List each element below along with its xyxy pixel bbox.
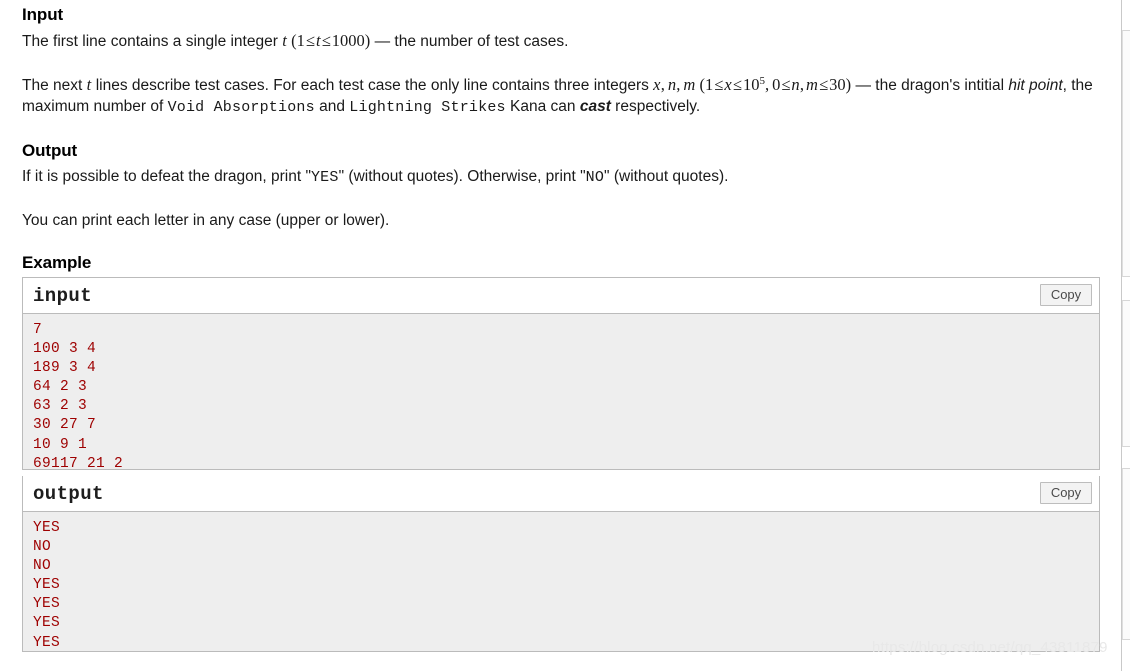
- sample-output-data: YES NO NO YES YES YES YES: [23, 512, 1099, 651]
- input-p2-s3: the dragon's intitial: [875, 77, 1009, 94]
- sample-input-label: input: [33, 285, 93, 307]
- code-no: NO: [585, 169, 605, 186]
- input-p2-s2: lines describe test cases. For each test…: [91, 77, 654, 94]
- emphasis-hit-point: hit point: [1008, 77, 1063, 94]
- sample-line: NO: [33, 539, 52, 556]
- sample-line: 64 2 3: [33, 379, 88, 396]
- problem-statement-page: Input The first line contains a single i…: [0, 0, 1130, 671]
- input-paragraph-2: The next t lines describe test cases. Fo…: [22, 74, 1100, 118]
- math-const-1: 1: [296, 31, 305, 50]
- math-var-m-2: m: [805, 75, 819, 94]
- math-const-30: 30: [829, 75, 846, 94]
- sample-input-data: 7 100 3 4 189 3 4 64 2 3 63 2 3 30 27 7 10 9 1…: [23, 314, 1099, 472]
- math-leq-6: ≤: [819, 75, 829, 94]
- math-var-n: n: [667, 75, 677, 94]
- sample-input-block: input Copy 7 100 3 4 189 3 4 64 2 3 63 2 3 30…: [22, 277, 1100, 472]
- output-paragraph-1: If it is possible to defeat the dragon, …: [22, 166, 1100, 188]
- sample-line: NO: [33, 558, 52, 575]
- sample-output-block: output Copy YES NO NO YES YES YES YES: [22, 476, 1100, 652]
- math-var-x: x: [653, 75, 661, 94]
- output-p1-s3: " (without quotes).: [604, 168, 729, 185]
- input-heading: Input: [22, 5, 64, 24]
- math-var-t-2: t: [315, 31, 321, 50]
- sample-line: 63 2 3: [33, 398, 88, 415]
- sample-line: YES: [33, 520, 61, 536]
- right-panel-fragment-3: [1122, 468, 1130, 640]
- emphasis-cast: cast: [579, 98, 611, 115]
- example-heading: Example: [22, 253, 92, 272]
- output-heading: Output: [22, 141, 78, 160]
- math-const-10: 10: [742, 75, 760, 94]
- sample-line: 189 3 4: [33, 360, 97, 377]
- math-var-m: m: [683, 75, 696, 94]
- sample-line: YES: [33, 634, 61, 651]
- copy-input-button[interactable]: Copy: [1040, 284, 1092, 306]
- code-lightning-strikes: Lightning Strikes: [349, 99, 506, 116]
- sample-line: 30 27 7: [33, 417, 97, 434]
- output-section: Output If it is possible to defeat the d…: [22, 140, 1100, 231]
- output-p1-s2: " (without quotes). Otherwise, print ": [338, 168, 586, 185]
- math-leq-1: ≤: [305, 31, 315, 50]
- sample-line: 100 3 4: [33, 341, 97, 358]
- math-leq-3: ≤: [714, 75, 724, 94]
- sample-line: 69117 21 2: [33, 455, 124, 472]
- sample-input-title-bar: input Copy: [23, 278, 1099, 314]
- sample-line: YES: [33, 615, 61, 632]
- math-const-1000: 1000: [331, 31, 365, 50]
- math-var-n-2: n: [791, 75, 800, 94]
- example-section: Example: [22, 252, 1100, 274]
- sample-output-label: output: [33, 483, 104, 505]
- copy-output-button[interactable]: Copy: [1040, 482, 1092, 504]
- input-p1-text-before: The first line contains a single integer: [22, 33, 283, 50]
- math-leq-2: ≤: [321, 31, 331, 50]
- sample-output-title-bar: output Copy: [23, 476, 1099, 512]
- sample-line: 7: [33, 322, 43, 338]
- output-paragraph-2: You can print each letter in any case (u…: [22, 212, 390, 229]
- input-p2-s7: respectively.: [610, 98, 701, 115]
- sample-line: YES: [33, 596, 61, 613]
- input-p2-s6: Kana can: [505, 98, 580, 115]
- input-section: Input The first line contains a single i…: [22, 4, 1100, 118]
- input-paragraph-1: The first line contains a single integer…: [22, 30, 1100, 52]
- math-leq-4: ≤: [732, 75, 742, 94]
- input-p1-text-after: — the number of test cases.: [370, 33, 569, 50]
- math-paren-open-2: (: [699, 75, 706, 94]
- output-p1-s1: If it is possible to defeat the dragon, …: [22, 168, 311, 185]
- input-p2-s5: and: [314, 98, 350, 115]
- sample-line: YES: [33, 577, 61, 594]
- math-leq-5: ≤: [781, 75, 791, 94]
- right-panel-fragment-2: [1122, 300, 1130, 447]
- sample-line: 10 9 1: [33, 436, 88, 453]
- input-p2-dash: —: [851, 77, 876, 94]
- code-void-absorptions: Void Absorptions: [167, 99, 315, 116]
- right-panel-fragment-1: [1122, 30, 1130, 277]
- code-yes: YES: [310, 169, 339, 186]
- input-p2-s1: The next: [22, 77, 87, 94]
- math-var-x-2: x: [724, 75, 732, 94]
- math-const-0: 0: [772, 75, 781, 94]
